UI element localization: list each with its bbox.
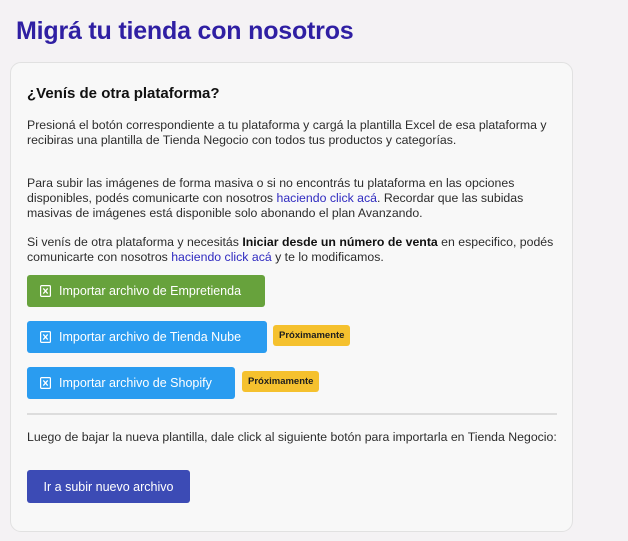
excel-file-icon	[40, 377, 51, 389]
contact-link-sale-number[interactable]: haciendo click acá	[171, 250, 271, 264]
contact-link-images[interactable]: haciendo click acá	[277, 191, 377, 205]
sale-number-text-end: y te lo modificamos.	[271, 250, 384, 264]
import-shopify-label: Importar archivo de Shopify	[59, 376, 212, 390]
coming-soon-badge: Próximamente	[242, 371, 320, 392]
page-title: Migrá tu tienda con nosotros	[16, 17, 354, 45]
sale-number-bold-text: Iniciar desde un número de venta	[242, 235, 438, 249]
import-empretienda-label: Importar archivo de Empretienda	[59, 284, 242, 298]
sale-number-text-start: Si venís de otra plataforma y necesitás	[27, 235, 243, 249]
import-shopify-button[interactable]: Importar archivo de Shopify	[27, 367, 235, 399]
page: Migrá tu tienda con nosotros ¿Venís de o…	[0, 0, 628, 541]
divider	[27, 413, 557, 415]
upload-instructions-paragraph: Luego de bajar la nueva plantilla, dale …	[27, 430, 557, 444]
migration-card: ¿Venís de otra plataforma? Presioná el b…	[10, 62, 573, 532]
card-heading: ¿Venís de otra plataforma?	[27, 85, 220, 102]
excel-file-icon	[40, 285, 51, 297]
images-info-paragraph: Para subir las imágenes de forma masiva …	[27, 176, 557, 221]
import-empretienda-button[interactable]: Importar archivo de Empretienda	[27, 275, 265, 307]
upload-new-file-button[interactable]: Ir a subir nuevo archivo	[27, 470, 190, 503]
excel-file-icon	[40, 331, 51, 343]
import-tienda-nube-button[interactable]: Importar archivo de Tienda Nube	[27, 321, 267, 353]
coming-soon-badge: Próximamente	[273, 325, 351, 346]
sale-number-paragraph: Si venís de otra plataforma y necesitás …	[27, 235, 557, 265]
instructions-paragraph: Presioná el botón correspondiente a tu p…	[27, 118, 547, 147]
import-tienda-nube-label: Importar archivo de Tienda Nube	[59, 330, 242, 344]
